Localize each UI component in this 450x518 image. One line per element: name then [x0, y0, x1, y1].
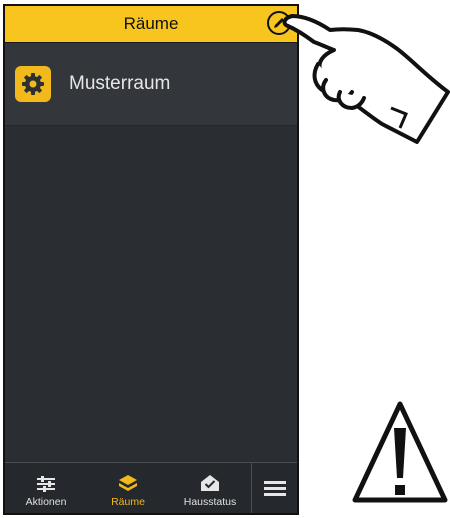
- app-header: Räume: [5, 6, 297, 43]
- tab-label: Hausstatus: [183, 496, 237, 508]
- room-label: Musterraum: [69, 73, 171, 94]
- warning-icon: [352, 401, 448, 503]
- hamburger-icon: [263, 481, 286, 496]
- tab-label: Aktionen: [25, 496, 67, 508]
- menu-button[interactable]: [251, 463, 297, 513]
- room-icon: [15, 66, 51, 102]
- tab-raeume[interactable]: Räume: [87, 463, 169, 513]
- room-list-empty-area: [5, 126, 297, 463]
- sliders-icon: [37, 476, 55, 492]
- tab-label: Räume: [111, 496, 145, 508]
- page-title: Räume: [123, 14, 179, 33]
- room-item-musterraum[interactable]: Musterraum: [5, 43, 297, 126]
- house-check-icon: [201, 475, 219, 491]
- gear-icon: [22, 73, 44, 95]
- app-screen: Räume Musterraum Aktionen Räume Hausstat…: [3, 4, 299, 515]
- bottom-tab-bar: Aktionen Räume Hausstatus: [5, 462, 297, 513]
- tab-aktionen[interactable]: Aktionen: [5, 463, 87, 513]
- house-stack-icon: [119, 475, 137, 491]
- tab-hausstatus[interactable]: Hausstatus: [169, 463, 251, 513]
- pointing-hand-icon: [282, 14, 450, 144]
